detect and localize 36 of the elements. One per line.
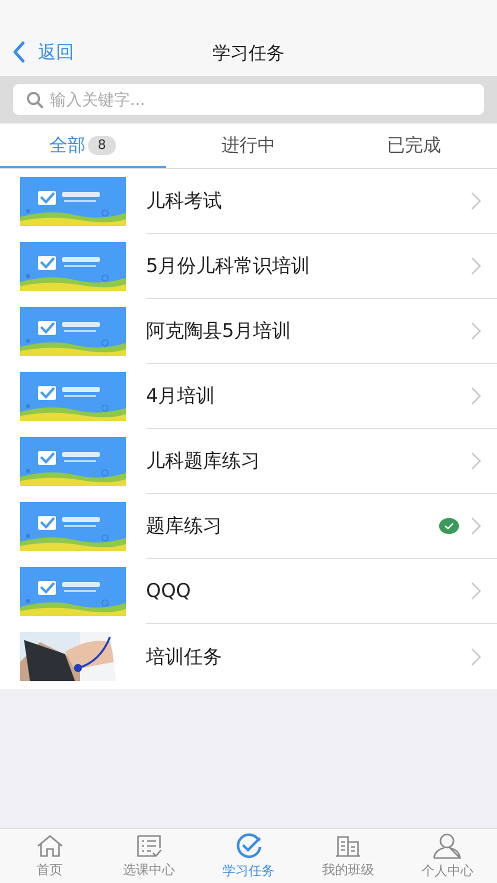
chevron-icon bbox=[471, 582, 481, 600]
building-icon bbox=[334, 834, 362, 858]
task-title: 阿克陶县5月培训 bbox=[146, 319, 292, 344]
back-icon bbox=[12, 41, 26, 63]
person-icon bbox=[432, 832, 462, 858]
chevron-icon bbox=[471, 452, 481, 470]
task-title: QQQ bbox=[146, 580, 192, 602]
task-title: 5月份儿科常识培训 bbox=[146, 254, 312, 279]
task-title: 4月培训 bbox=[146, 384, 216, 409]
task-item[interactable]: 儿科题库练习 bbox=[0, 429, 497, 494]
count-badge: 8 bbox=[88, 136, 116, 154]
task-item[interactable]: 阿克陶县5月培训 bbox=[0, 299, 497, 364]
chevron-icon bbox=[471, 192, 481, 210]
search-field[interactable]: 输入关键字... bbox=[13, 84, 484, 115]
page-title: 学习任务 bbox=[212, 42, 284, 65]
task-item[interactable]: 4月培训 bbox=[0, 364, 497, 429]
task-item[interactable]: 5月份儿科常识培训 bbox=[0, 234, 497, 299]
chevron-icon bbox=[471, 322, 481, 340]
list-icon bbox=[135, 834, 164, 858]
home-icon bbox=[36, 834, 64, 858]
task-item[interactable]: 题库练习 bbox=[0, 494, 497, 559]
task-title: 题库练习 bbox=[146, 514, 223, 539]
task-item[interactable]: QQQ bbox=[0, 559, 497, 624]
task-title: 儿科题库练习 bbox=[146, 449, 261, 474]
chevron-icon bbox=[471, 387, 481, 405]
chevron-icon bbox=[471, 648, 481, 666]
check-circle-icon bbox=[234, 832, 263, 858]
chevron-icon bbox=[471, 257, 481, 275]
tab[interactable]: 已完成 bbox=[331, 124, 497, 168]
tab[interactable]: 进行中 bbox=[166, 124, 332, 168]
search-icon bbox=[26, 91, 44, 109]
task-item[interactable]: 培训任务 bbox=[0, 624, 497, 689]
chevron-icon bbox=[471, 517, 481, 535]
task-item[interactable]: 儿科考试 bbox=[0, 169, 497, 234]
task-title: 儿科考试 bbox=[146, 189, 223, 214]
task-title: 培训任务 bbox=[146, 644, 223, 670]
